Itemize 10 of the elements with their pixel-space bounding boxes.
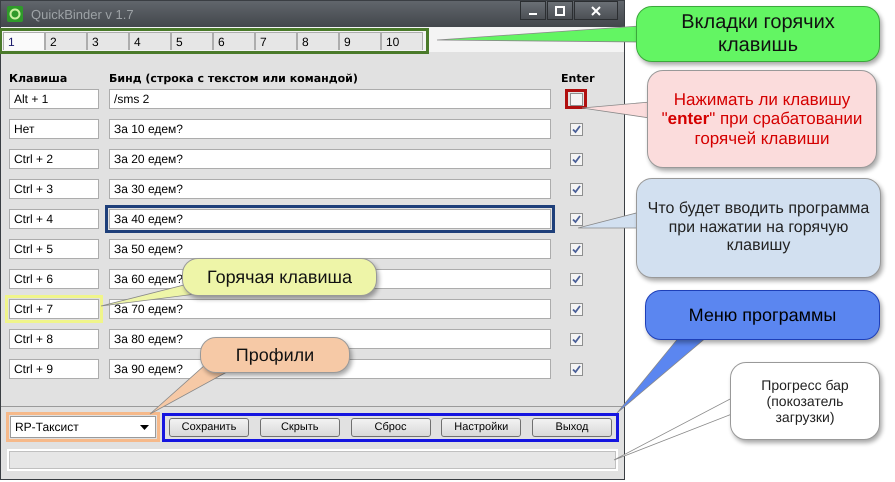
window-title: QuickBinder v 1.7 <box>31 6 135 22</box>
callout-tooltip: Прогресс бар (покозатель загрузки) <box>730 362 880 440</box>
callout-tooltip: Что будет вводить программа при нажатии на горячую клавишу <box>636 178 881 278</box>
callout-tooltip: Нажимать ли клавишу "enter" при срабатовании горячей клавиши <box>647 70 877 168</box>
callout-tooltip: Меню программы <box>645 290 880 340</box>
callout-tooltip: Профили <box>200 337 350 373</box>
callout-tooltip: Вкладки горячих клавишь <box>636 6 880 62</box>
callout-tooltip: Горячая клавиша <box>182 258 377 296</box>
column-header: Бинд (строка с текстом или командой) <box>109 72 359 85</box>
column-header: Клавиша <box>9 72 68 85</box>
